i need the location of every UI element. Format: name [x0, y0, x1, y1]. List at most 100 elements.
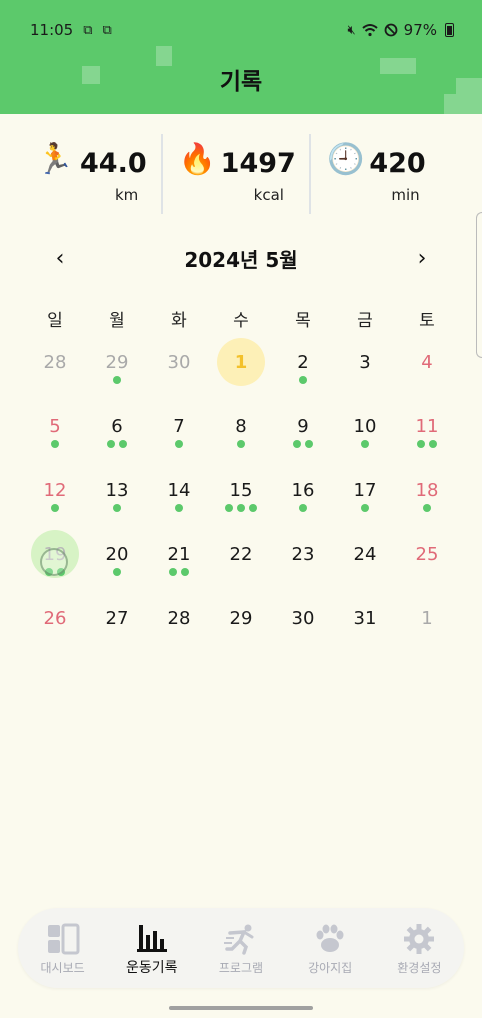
workout-dot [293, 440, 301, 448]
workout-dots [169, 568, 189, 576]
nav-item-runner[interactable]: 프로그램 [201, 921, 281, 976]
clock-icon: 🕘 [327, 142, 365, 177]
nav-item-paw[interactable]: 강아지집 [290, 921, 370, 976]
calendar-day[interactable]: 9 [272, 398, 334, 462]
workout-dots [175, 440, 183, 448]
workout-dot [305, 440, 313, 448]
screenshot-icon: ⧉ [83, 22, 93, 38]
calendar-day[interactable]: 28 [24, 334, 86, 398]
calendar-day[interactable]: 20 [86, 526, 148, 590]
calendar-day[interactable]: 19 [24, 526, 86, 590]
gear-icon [402, 921, 436, 957]
calendar-day[interactable]: 26 [24, 590, 86, 654]
calendar-day[interactable]: 17 [334, 462, 396, 526]
day-number: 30 [167, 351, 191, 373]
stat-time-unit: min [391, 186, 420, 204]
calendar-day[interactable]: 2 [272, 334, 334, 398]
battery-percent: 97% [403, 21, 437, 39]
workout-dots [113, 376, 121, 384]
month-title: 2024년 5월 [184, 247, 298, 272]
runner-icon: 🏃 [36, 142, 74, 177]
header-bar: 11:05 ⧉ ⧉ 🔇︎ 97% 기록 [0, 0, 482, 114]
stat-time: 🕘 420 min [309, 134, 458, 214]
calendar-day[interactable]: 29 [86, 334, 148, 398]
day-number: 30 [291, 607, 315, 629]
calendar-day[interactable]: 7 [148, 398, 210, 462]
calendar-day[interactable]: 5 [24, 398, 86, 462]
workout-dots [293, 440, 313, 448]
stat-calories-unit: kcal [253, 186, 284, 204]
workout-dots [51, 440, 59, 448]
workout-dot [113, 568, 121, 576]
stat-distance-unit: km [115, 186, 139, 204]
calendar-day[interactable]: 13 [86, 462, 148, 526]
fire-icon: 🔥 [178, 142, 217, 177]
nav-label: 프로그램 [218, 960, 264, 975]
calendar-day[interactable]: 14 [148, 462, 210, 526]
workout-dot [237, 504, 245, 512]
dnd-icon [384, 23, 398, 37]
workout-dots [361, 440, 369, 448]
prev-month-button[interactable]: ‹ [40, 238, 80, 278]
day-number: 3 [359, 351, 371, 373]
day-number: 31 [353, 607, 377, 629]
nav-label: 환경설정 [397, 960, 442, 975]
calendar-day[interactable]: 28 [148, 590, 210, 654]
weekday-label: 금 [357, 311, 373, 331]
workout-dots [299, 504, 307, 512]
workout-dot [113, 504, 121, 512]
workout-dot [225, 504, 233, 512]
nav-item-dashboard[interactable]: 대시보드 [23, 921, 103, 976]
nav-label: 운동기록 [126, 960, 178, 976]
nav-label: 강아지집 [308, 960, 353, 975]
workout-dot [113, 376, 121, 384]
calendar-day[interactable]: 23 [272, 526, 334, 590]
calendar-day[interactable]: 11 [396, 398, 458, 462]
calendar-day[interactable]: 3 [334, 334, 396, 398]
calendar-day[interactable]: 12 [24, 462, 86, 526]
workout-dot [169, 568, 177, 576]
calendar-day[interactable]: 30 [272, 590, 334, 654]
calendar-day[interactable]: 1 [396, 590, 458, 654]
dashboard-icon [46, 921, 80, 957]
calendar-day[interactable]: 1 [210, 334, 272, 398]
workout-dot [119, 440, 127, 448]
day-number: 28 [167, 607, 191, 629]
nav-label: 대시보드 [40, 960, 85, 975]
calendar-day[interactable]: 25 [396, 526, 458, 590]
nav-item-bar-chart[interactable]: 운동기록 [112, 919, 192, 977]
calendar-day[interactable]: 4 [396, 334, 458, 398]
weekday-header: 일월화수목금토 [24, 306, 458, 331]
day-number: 28 [43, 351, 67, 373]
workout-dot [249, 504, 257, 512]
stats-summary: 🏃 44.0 km 🔥 1497 kcal 🕘 420 min [14, 134, 458, 214]
runner-icon [223, 921, 258, 957]
workout-dots [113, 504, 121, 512]
scroll-handle[interactable] [476, 212, 482, 358]
workout-dots [225, 504, 257, 512]
day-number: 24 [353, 543, 377, 565]
bar-chart-icon [135, 919, 169, 955]
calendar-day[interactable]: 16 [272, 462, 334, 526]
day-number: 1 [217, 338, 265, 386]
workout-dot [175, 504, 183, 512]
calendar-day[interactable]: 27 [86, 590, 148, 654]
calendar-day[interactable]: 15 [210, 462, 272, 526]
day-number: 1 [421, 607, 433, 629]
nav-item-gear[interactable]: 환경설정 [379, 921, 459, 976]
calendar-day[interactable]: 30 [148, 334, 210, 398]
calendar-day[interactable]: 6 [86, 398, 148, 462]
calendar-day[interactable]: 22 [210, 526, 272, 590]
calendar-day[interactable]: 24 [334, 526, 396, 590]
calendar-day[interactable]: 31 [334, 590, 396, 654]
calendar-day[interactable]: 21 [148, 526, 210, 590]
calendar-day[interactable]: 8 [210, 398, 272, 462]
workout-dot [107, 440, 115, 448]
chevron-left-icon: ‹ [55, 245, 65, 271]
workout-dot [423, 504, 431, 512]
bottom-navigation: 대시보드 운동기록 프로그램 강아지집 환경설정 [18, 908, 464, 988]
calendar-day[interactable]: 29 [210, 590, 272, 654]
calendar-day[interactable]: 10 [334, 398, 396, 462]
calendar-day[interactable]: 18 [396, 462, 458, 526]
next-month-button[interactable]: › [402, 238, 442, 278]
